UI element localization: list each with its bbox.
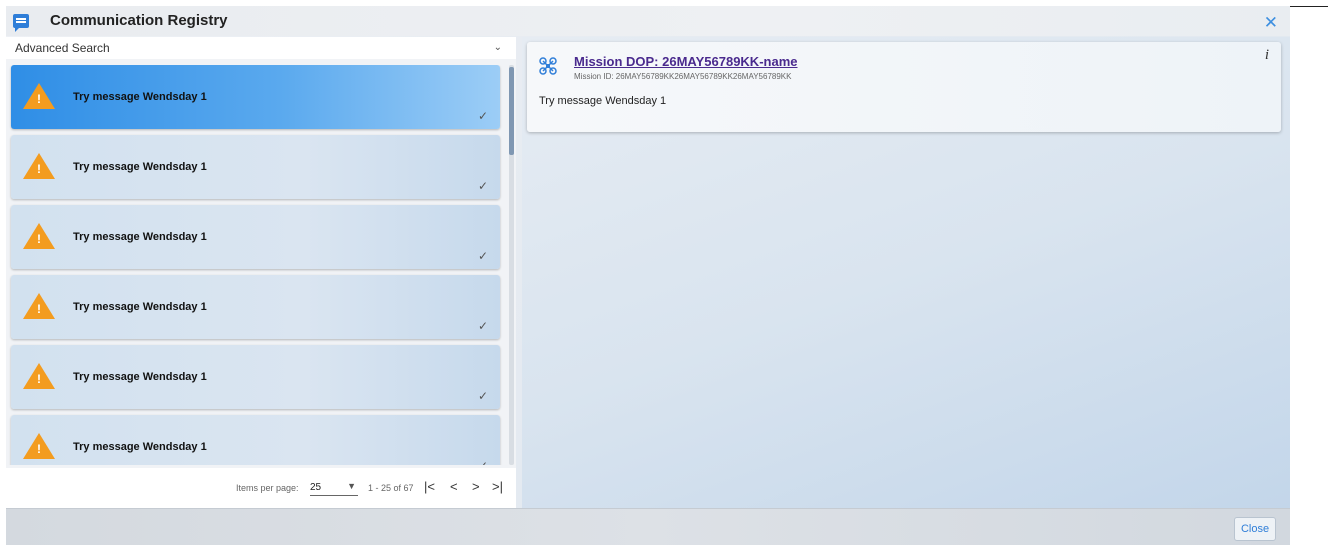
dropdown-arrow-icon: ▼ — [347, 481, 356, 491]
paginator: Items per page: 25 ▼ 1 - 25 of 67 |< < >… — [6, 468, 516, 508]
message-title: Try message Wendsday 1 — [73, 371, 207, 383]
check-icon: ✓ — [477, 109, 488, 123]
close-button[interactable]: Close — [1234, 517, 1276, 541]
page-size-value: 25 — [310, 482, 322, 493]
advanced-search-toggle[interactable]: Advanced Search ⌄ — [6, 37, 516, 59]
page-size-select[interactable]: 25 ▼ — [310, 480, 358, 496]
message-body: Try message Wendsday 1 — [539, 95, 667, 107]
dialog-title: Communication Registry — [50, 12, 228, 29]
mission-title-link[interactable]: Mission DOP: 26MAY56789KK-name — [574, 54, 798, 69]
message-title: Try message Wendsday 1 — [73, 301, 207, 313]
chevron-down-icon: ⌄ — [493, 42, 502, 53]
first-page-button[interactable]: |< — [424, 479, 435, 494]
mission-id-text: Mission ID: 26MAY56789KK26MAY56789KK26MA… — [574, 72, 792, 81]
info-icon[interactable]: i — [1265, 47, 1269, 64]
check-icon: ✓ — [477, 389, 488, 403]
message-title: Try message Wendsday 1 — [73, 441, 207, 453]
dialog-header: Communication Registry ✕ — [6, 6, 1290, 36]
communication-registry-dialog: Communication Registry ✕ Advanced Search… — [6, 6, 1290, 545]
message-title: Try message Wendsday 1 — [73, 91, 207, 103]
message-list-panel: Advanced Search ⌄ ! Try message Wendsday… — [6, 37, 516, 508]
last-page-button[interactable]: >| — [492, 479, 503, 494]
message-item[interactable]: ! Try message Wendsday 1 ✓ — [11, 275, 500, 339]
chat-bubble-icon — [13, 14, 29, 32]
close-icon[interactable]: ✕ — [1264, 13, 1278, 33]
check-icon: ✓ — [478, 459, 488, 465]
dialog-footer: Close — [6, 508, 1290, 545]
message-item[interactable]: ! Try message Wendsday 1 ✓ — [11, 135, 500, 199]
message-item[interactable]: ! Try message Wendsday 1 ✓ — [11, 205, 500, 269]
next-page-button[interactable]: > — [472, 479, 480, 494]
message-detail-panel: Mission DOP: 26MAY56789KK-name Mission I… — [522, 37, 1290, 508]
message-title: Try message Wendsday 1 — [73, 231, 207, 243]
list-scrollbar-thumb[interactable] — [509, 67, 514, 155]
advanced-search-label: Advanced Search — [15, 41, 110, 55]
message-title: Try message Wendsday 1 — [73, 161, 207, 173]
page-range-label: 1 - 25 of 67 — [368, 483, 414, 493]
message-item[interactable]: ! Try message Wendsday 1 ✓ — [11, 415, 500, 465]
message-item[interactable]: ! Try message Wendsday 1 ✓ — [11, 345, 500, 409]
previous-page-button[interactable]: < — [450, 479, 458, 494]
check-icon: ✓ — [477, 249, 488, 263]
message-list: ! Try message Wendsday 1 ✓ ! Try message… — [6, 65, 516, 465]
message-detail-card: Mission DOP: 26MAY56789KK-name Mission I… — [527, 42, 1281, 132]
items-per-page-label: Items per page: — [236, 483, 299, 493]
check-icon: ✓ — [477, 179, 488, 193]
drone-icon — [539, 57, 557, 75]
message-item[interactable]: ! Try message Wendsday 1 ✓ — [11, 65, 500, 129]
check-icon: ✓ — [477, 319, 488, 333]
